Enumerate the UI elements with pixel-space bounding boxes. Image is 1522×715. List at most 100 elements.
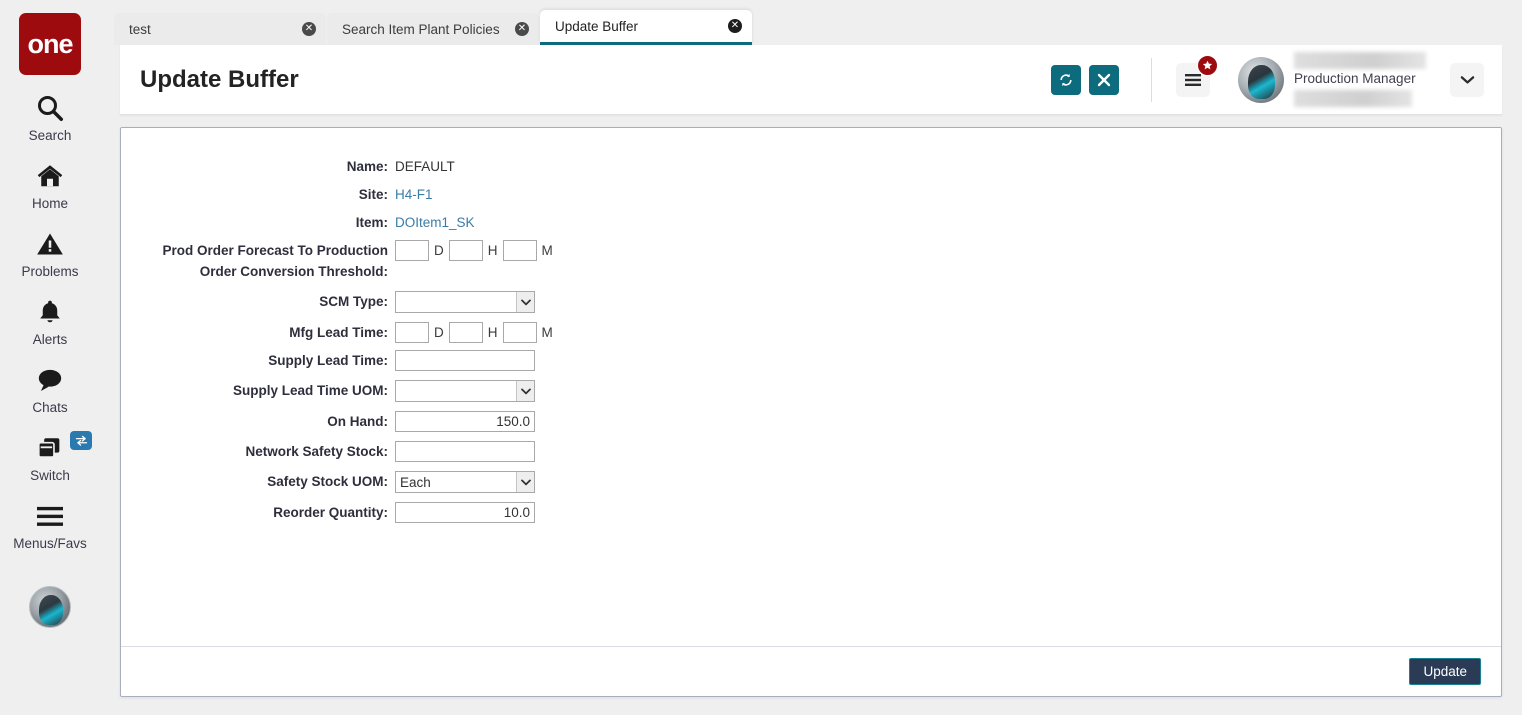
sidebar-item-label: Home <box>31 196 68 211</box>
threshold-minutes-input[interactable] <box>502 240 537 261</box>
reorder-quantity-input[interactable] <box>395 502 535 523</box>
field-row-mfg-lead-time: Mfg Lead Time: D H M <box>135 322 1501 343</box>
sidebar-item-home[interactable]: Home <box>0 159 100 211</box>
hamburger-icon <box>1185 73 1201 86</box>
sidebar-item-label: Switch <box>30 468 70 483</box>
switch-icon <box>34 431 66 465</box>
field-label: Item: <box>355 215 388 230</box>
field-row-item: Item: DOItem1_SK <box>135 212 1501 233</box>
sidebar-item-chats[interactable]: Chats <box>0 363 100 415</box>
tab-update-buffer[interactable]: Update Buffer ✕ <box>540 10 752 45</box>
field-label: Mfg Lead Time: <box>289 325 388 340</box>
field-label: Safety Stock UOM: <box>267 474 388 489</box>
tab-label: Update Buffer <box>555 18 639 34</box>
chevron-down-icon <box>516 381 534 401</box>
threshold-days-input[interactable] <box>395 240 429 261</box>
search-icon <box>35 91 65 125</box>
field-label: Network Safety Stock: <box>245 444 388 459</box>
tab-bar: test ✕ Search Item Plant Policies ✕ Upda… <box>100 0 1522 45</box>
hamburger-icon <box>34 499 66 533</box>
sidebar-item-label: Alerts <box>32 332 68 347</box>
field-label: Supply Lead Time: <box>268 353 388 368</box>
user-menu-button[interactable] <box>1450 62 1484 97</box>
field-row-prod-order-threshold: Prod Order Forecast To Production Order … <box>135 240 1501 282</box>
supply-lead-time-input[interactable] <box>395 350 535 371</box>
safety-stock-uom-value: Each <box>400 474 431 490</box>
app-logo[interactable]: one <box>19 13 81 75</box>
redacted-user-org <box>1294 90 1412 107</box>
field-row-reorder-quantity: Reorder Quantity: <box>135 502 1501 523</box>
bell-icon <box>36 295 64 329</box>
field-label: SCM Type: <box>319 294 388 309</box>
field-row-supply-lead-time-uom: Supply Lead Time UOM: <box>135 380 1501 402</box>
header-actions: Production Manager <box>1043 52 1502 107</box>
unit-hours-label: H <box>487 243 498 258</box>
item-link[interactable]: DOItem1_SK <box>395 212 475 233</box>
field-row-on-hand: On Hand: <box>135 411 1501 432</box>
close-page-button[interactable] <box>1089 64 1119 95</box>
tab-label: Search Item Plant Policies <box>342 21 500 37</box>
page-title: Update Buffer <box>140 65 299 93</box>
unit-minutes-label: M <box>541 243 553 258</box>
supply-lead-time-uom-select[interactable] <box>395 380 535 402</box>
close-icon <box>1097 73 1111 86</box>
on-hand-input[interactable] <box>395 411 535 432</box>
update-button[interactable]: Update <box>1409 658 1481 685</box>
app-root: one Search Home Problems Alerts Chats Sw… <box>0 0 1522 715</box>
sidebar-item-switch[interactable]: Switch <box>0 431 100 483</box>
sidebar-item-label: Menus/Favs <box>13 536 87 551</box>
site-link[interactable]: H4-F1 <box>395 184 433 205</box>
field-label: Site: <box>358 187 388 202</box>
star-badge-icon <box>1197 54 1218 76</box>
tab-test[interactable]: test ✕ <box>114 13 326 45</box>
scm-type-select[interactable] <box>395 291 535 313</box>
close-icon[interactable]: ✕ <box>728 19 742 33</box>
form-area: Name: DEFAULT Site: H4-F1 Item: DOItem1_… <box>121 128 1501 646</box>
sidebar-item-alerts[interactable]: Alerts <box>0 295 100 347</box>
user-info: Production Manager <box>1294 52 1426 107</box>
name-value: DEFAULT <box>395 159 455 174</box>
field-label: On Hand: <box>327 414 388 429</box>
field-row-safety-stock-uom: Safety Stock UOM: Each <box>135 471 1501 493</box>
panel-footer: Update <box>121 646 1501 696</box>
sidebar-avatar[interactable] <box>29 586 71 628</box>
update-buffer-form: Name: DEFAULT Site: H4-F1 Item: DOItem1_… <box>121 156 1501 523</box>
header-divider <box>1151 57 1152 102</box>
avatar[interactable] <box>1238 56 1284 103</box>
tab-list: test ✕ Search Item Plant Policies ✕ Upda… <box>100 0 1522 45</box>
unit-hours-label: H <box>487 325 498 340</box>
redacted-user-name <box>1294 52 1426 69</box>
network-safety-stock-input[interactable] <box>395 441 535 462</box>
tab-search-item-plant-policies[interactable]: Search Item Plant Policies ✕ <box>327 13 539 45</box>
close-icon[interactable]: ✕ <box>515 22 529 36</box>
unit-minutes-label: M <box>541 325 553 340</box>
field-label: Reorder Quantity: <box>273 505 388 520</box>
mfg-lead-hours-input[interactable] <box>448 322 483 343</box>
sidebar-item-problems[interactable]: Problems <box>0 227 100 279</box>
chevron-down-icon <box>516 472 534 492</box>
left-sidebar: one Search Home Problems Alerts Chats Sw… <box>0 0 100 715</box>
field-row-supply-lead-time: Supply Lead Time: <box>135 350 1501 371</box>
unit-days-label: D <box>434 243 444 258</box>
sidebar-item-search[interactable]: Search <box>0 91 100 143</box>
field-label: Prod Order Forecast To Production Order … <box>162 243 388 279</box>
unit-days-label: D <box>434 325 444 340</box>
favorites-menu-button[interactable] <box>1176 54 1218 97</box>
threshold-hours-input[interactable] <box>448 240 483 261</box>
sidebar-item-menus-favs[interactable]: Menus/Favs <box>0 499 100 551</box>
tab-label: test <box>129 21 151 37</box>
close-icon[interactable]: ✕ <box>302 22 316 36</box>
mfg-lead-minutes-input[interactable] <box>502 322 537 343</box>
sidebar-item-label: Chats <box>32 400 68 415</box>
field-row-network-safety-stock: Network Safety Stock: <box>135 441 1501 462</box>
safety-stock-uom-select[interactable]: Each <box>395 471 535 493</box>
page-header: Update Buffer Production Manager <box>120 45 1502 115</box>
refresh-button[interactable] <box>1051 64 1081 95</box>
field-row-scm-type: SCM Type: <box>135 291 1501 313</box>
home-icon <box>34 159 66 193</box>
switch-badge-icon[interactable] <box>70 431 92 450</box>
chevron-down-icon <box>516 292 534 312</box>
mfg-lead-days-input[interactable] <box>395 322 429 343</box>
content-panel: Name: DEFAULT Site: H4-F1 Item: DOItem1_… <box>120 127 1502 697</box>
field-row-name: Name: DEFAULT <box>135 156 1501 177</box>
